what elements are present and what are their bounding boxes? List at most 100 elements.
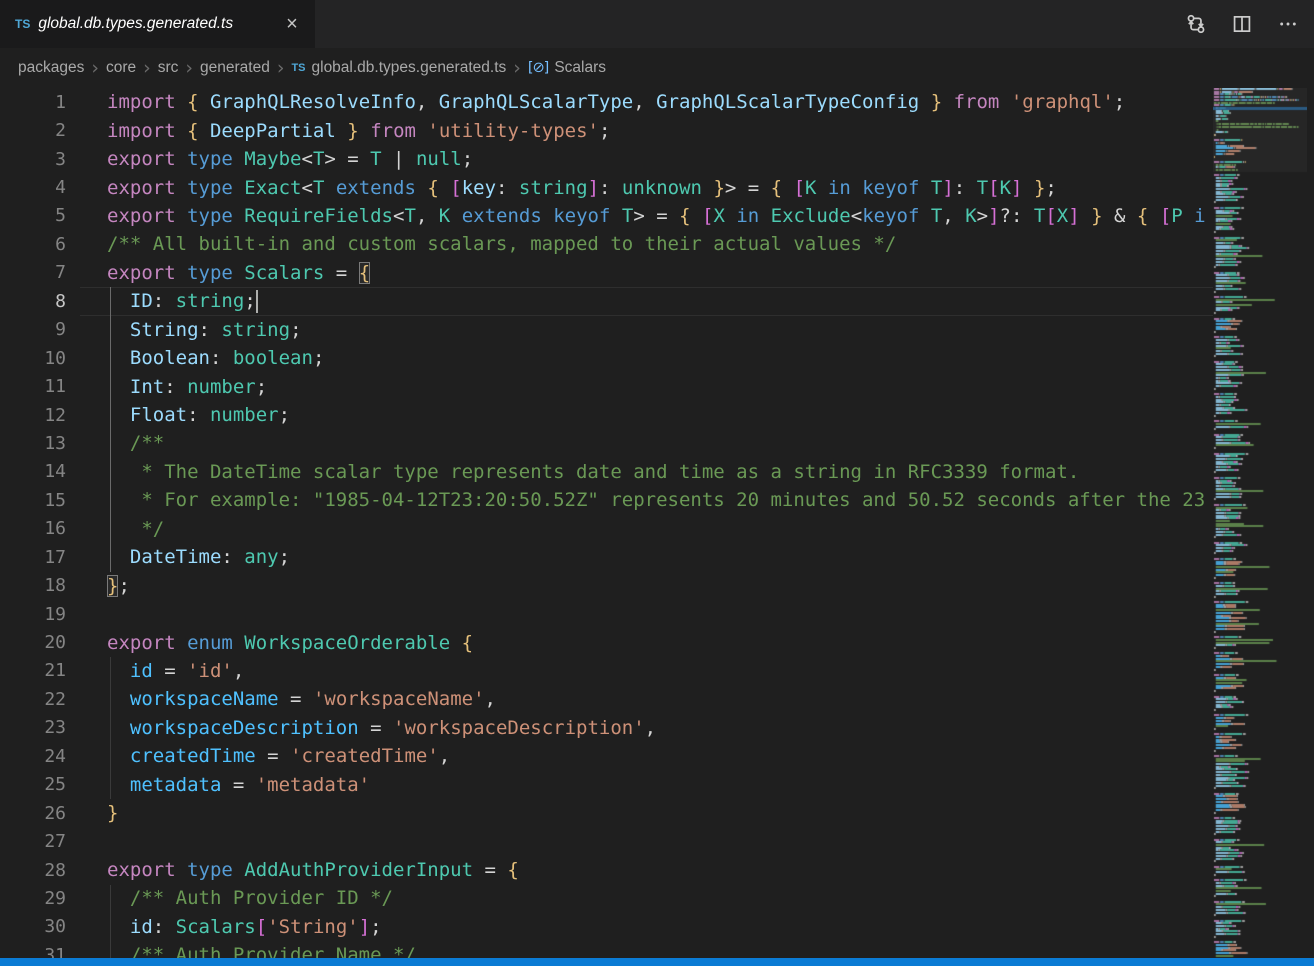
line-number[interactable]: 16: [0, 518, 66, 539]
line-number[interactable]: 19: [0, 604, 66, 625]
line-number[interactable]: 7: [0, 262, 66, 283]
line-number[interactable]: 4: [0, 177, 66, 198]
breadcrumb-label: Scalars: [554, 59, 606, 77]
code-line[interactable]: 11 Int: number;: [0, 372, 1314, 400]
breadcrumb-separator-icon: ›: [185, 57, 193, 79]
breadcrumb-item-packages[interactable]: packages: [18, 59, 84, 77]
code-line[interactable]: 21 id = 'id',: [0, 657, 1314, 685]
line-text: /** All built-in and custom scalars, map…: [66, 233, 896, 255]
code-line[interactable]: 4export type Exact<T extends { [key: str…: [0, 173, 1314, 201]
code-line[interactable]: 31 /** Auth Provider Name */: [0, 941, 1314, 958]
code-line[interactable]: 7export type Scalars = {: [0, 259, 1314, 287]
code-line[interactable]: 14 * The DateTime scalar type represents…: [0, 458, 1314, 486]
line-text: import { DeepPartial } from 'utility-typ…: [66, 120, 610, 142]
line-number[interactable]: 9: [0, 319, 66, 340]
line-text: String: string;: [66, 319, 302, 341]
line-number[interactable]: 24: [0, 746, 66, 767]
code-line[interactable]: 10 Boolean: boolean;: [0, 344, 1314, 372]
code-line[interactable]: 24 createdTime = 'createdTime',: [0, 742, 1314, 770]
code-line[interactable]: 20export enum WorkspaceOrderable {: [0, 628, 1314, 656]
line-number[interactable]: 11: [0, 376, 66, 397]
line-number[interactable]: 29: [0, 888, 66, 909]
line-number[interactable]: 14: [0, 461, 66, 482]
line-text: workspaceDescription = 'workspaceDescrip…: [66, 717, 656, 739]
line-number[interactable]: 18: [0, 575, 66, 596]
line-number[interactable]: 2: [0, 120, 66, 141]
line-number[interactable]: 17: [0, 547, 66, 568]
code-line[interactable]: 18};: [0, 571, 1314, 599]
code-line[interactable]: 1import { GraphQLResolveInfo, GraphQLSca…: [0, 88, 1314, 116]
code-line[interactable]: 29 /** Auth Provider ID */: [0, 884, 1314, 912]
line-text: export type Exact<T extends { [key: stri…: [66, 177, 1057, 199]
line-number[interactable]: 6: [0, 234, 66, 255]
line-number[interactable]: 30: [0, 916, 66, 937]
typescript-file-icon: TS: [291, 62, 305, 74]
code-line[interactable]: 22 workspaceName = 'workspaceName',: [0, 685, 1314, 713]
code-line[interactable]: 23 workspaceDescription = 'workspaceDesc…: [0, 714, 1314, 742]
line-number[interactable]: 5: [0, 205, 66, 226]
breadcrumb-item-global-db-types-generated-ts[interactable]: ›TSglobal.db.types.generated.ts: [270, 57, 506, 79]
line-number[interactable]: 23: [0, 717, 66, 738]
breadcrumb-item-generated[interactable]: ›generated: [178, 57, 269, 79]
breadcrumb-label: global.db.types.generated.ts: [312, 59, 507, 77]
line-number[interactable]: 28: [0, 860, 66, 881]
code-line[interactable]: 17 DateTime: any;: [0, 543, 1314, 571]
code-line[interactable]: 13 /**: [0, 429, 1314, 457]
line-number[interactable]: 15: [0, 490, 66, 511]
line-text: Boolean: boolean;: [66, 347, 324, 369]
code-line[interactable]: 8 ID: string;: [0, 287, 1314, 315]
line-text: id = 'id',: [66, 660, 244, 682]
line-text: * The DateTime scalar type represents da…: [66, 461, 1079, 483]
line-number[interactable]: 22: [0, 689, 66, 710]
line-number[interactable]: 26: [0, 803, 66, 824]
breadcrumb-separator-icon: ›: [513, 57, 521, 79]
line-number[interactable]: 12: [0, 405, 66, 426]
breadcrumb-label: packages: [18, 59, 84, 77]
line-text: id: Scalars['String'];: [66, 916, 382, 938]
breadcrumb-separator-icon: ›: [143, 57, 151, 79]
code-line[interactable]: 19: [0, 600, 1314, 628]
code-line[interactable]: 27: [0, 827, 1314, 855]
code-line[interactable]: 9 String: string;: [0, 316, 1314, 344]
breadcrumb-label: core: [106, 59, 136, 77]
line-number[interactable]: 27: [0, 831, 66, 852]
breadcrumb-item-src[interactable]: ›src: [136, 57, 178, 79]
code-line[interactable]: 12 Float: number;: [0, 401, 1314, 429]
line-text: createdTime = 'createdTime',: [66, 745, 450, 767]
code-line[interactable]: 30 id: Scalars['String'];: [0, 913, 1314, 941]
more-actions-icon[interactable]: [1276, 12, 1300, 36]
line-text: workspaceName = 'workspaceName',: [66, 688, 496, 710]
minimap[interactable]: [1213, 88, 1307, 958]
code-line[interactable]: 3export type Maybe<T> = T | null;: [0, 145, 1314, 173]
line-text: * For example: "1985-04-12T23:20:50.52Z"…: [66, 489, 1205, 511]
line-text: export type RequireFields<T, K extends k…: [66, 205, 1206, 227]
line-number[interactable]: 21: [0, 660, 66, 681]
code-line[interactable]: 2import { DeepPartial } from 'utility-ty…: [0, 116, 1314, 144]
tab-close-icon[interactable]: ×: [281, 14, 303, 34]
line-number[interactable]: 31: [0, 945, 66, 958]
code-line[interactable]: 25 metadata = 'metadata': [0, 771, 1314, 799]
breadcrumb-item-scalars[interactable]: ›[⊘]Scalars: [506, 57, 606, 79]
line-number[interactable]: 1: [0, 92, 66, 113]
code-line[interactable]: 28export type AddAuthProviderInput = {: [0, 856, 1314, 884]
code-line[interactable]: 5export type RequireFields<T, K extends …: [0, 202, 1314, 230]
line-text: */: [66, 518, 164, 540]
line-number[interactable]: 13: [0, 433, 66, 454]
line-text: /** Auth Provider Name */: [66, 944, 416, 958]
code-line[interactable]: 16 */: [0, 515, 1314, 543]
code-line[interactable]: 26}: [0, 799, 1314, 827]
open-changes-icon[interactable]: [1184, 12, 1208, 36]
line-text: ID: string;: [66, 290, 258, 313]
tab-global-db-types-generated[interactable]: TS global.db.types.generated.ts ×: [0, 0, 315, 48]
line-number[interactable]: 3: [0, 149, 66, 170]
breadcrumb-item-core[interactable]: ›core: [84, 57, 136, 79]
line-number[interactable]: 20: [0, 632, 66, 653]
line-number[interactable]: 25: [0, 774, 66, 795]
line-text: import { GraphQLResolveInfo, GraphQLScal…: [66, 91, 1125, 113]
line-number[interactable]: 10: [0, 348, 66, 369]
breadcrumb: packages›core›src›generated›TSglobal.db.…: [0, 48, 1314, 88]
code-line[interactable]: 15 * For example: "1985-04-12T23:20:50.5…: [0, 486, 1314, 514]
line-number[interactable]: 8: [0, 291, 66, 312]
code-line[interactable]: 6/** All built-in and custom scalars, ma…: [0, 230, 1314, 258]
split-editor-icon[interactable]: [1230, 12, 1254, 36]
